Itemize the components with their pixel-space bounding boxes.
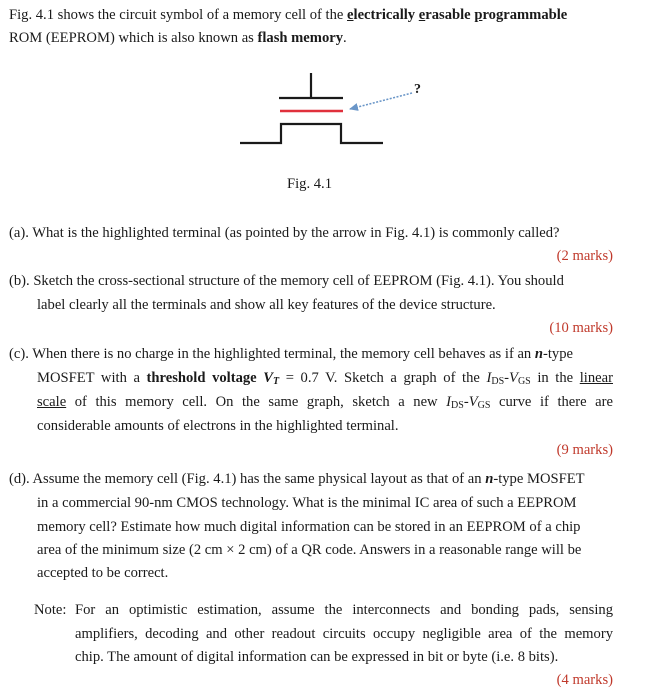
term-linear: linear: [579, 370, 613, 386]
question-text: (c). When there is no charge in the high…: [9, 346, 535, 362]
figure-caption: Fig. 4.1: [287, 176, 333, 192]
question-text: (d). Assume the memory cell (Fig. 4.1) h…: [9, 471, 486, 487]
question-text: curve if there are: [490, 394, 613, 410]
note-line-3: chip. The amount of digital information …: [75, 649, 559, 665]
marks-a: (2 marks): [556, 248, 613, 264]
question-text: in the: [530, 370, 580, 386]
vt-letter: V: [263, 370, 274, 386]
marks-b: (10 marks): [549, 320, 613, 336]
note-line-1: For an optimistic estimation, assume the…: [75, 602, 613, 618]
n-type-symbol: n: [534, 346, 543, 362]
question-text: -type: [543, 346, 573, 362]
vt-symbol: VT: [263, 370, 279, 387]
question-d-line-4: area of the minimum size (2 cm × 2 cm) o…: [37, 542, 582, 558]
question-c-line-3: scale of this memory cell. On the same g…: [37, 393, 613, 415]
channel-source-drain: [240, 122, 383, 145]
ids-subscript: DS: [451, 400, 464, 411]
marks-d: (4 marks): [556, 672, 613, 688]
question-text: -type MOSFET: [493, 471, 585, 487]
question-text: MOSFET with a: [37, 370, 147, 386]
note-label: Note:: [34, 602, 67, 618]
question-d-line-5: accepted to be correct.: [37, 565, 169, 581]
pointer-arrow: [349, 92, 413, 111]
vgs-letter: V: [468, 394, 478, 410]
question-b-line-1: (b). Sketch the cross-sectional structur…: [9, 273, 564, 289]
note-line-2: amplifiers, decoding and other readout c…: [75, 626, 613, 642]
question-c-line-2: MOSFET with a threshold voltage VT = 0.7…: [37, 369, 613, 391]
vgs-letter: V: [509, 370, 518, 386]
question-mark: ?: [414, 82, 421, 97]
question-c-line-1: (c). When there is no charge in the high…: [9, 345, 573, 363]
question-text: of this memory cell. On the same graph, …: [66, 394, 447, 410]
term-threshold-voltage: threshold voltage: [146, 370, 257, 386]
question-a: (a). What is the highlighted terminal (a…: [9, 225, 560, 241]
question-d-line-1: (d). Assume the memory cell (Fig. 4.1) h…: [9, 470, 585, 488]
question-b-line-2: label clearly all the terminals and show…: [37, 297, 496, 313]
eeprom-circuit-symbol: [240, 73, 413, 145]
ids-subscript: DS: [491, 376, 505, 387]
question-c-line-4: considerable amounts of electrons in the…: [37, 418, 399, 434]
question-d-line-2: in a commercial 90-nm CMOS technology. W…: [37, 495, 577, 511]
vgs-subscript: GS: [517, 376, 531, 387]
question-d-line-3: memory cell? Estimate how much digital i…: [37, 519, 581, 535]
question-text: = 0.7 V. Sketch a graph of the: [279, 370, 487, 386]
vgs-subscript: GS: [477, 400, 491, 411]
term-scale: scale: [37, 394, 67, 410]
marks-c: (9 marks): [556, 442, 613, 458]
